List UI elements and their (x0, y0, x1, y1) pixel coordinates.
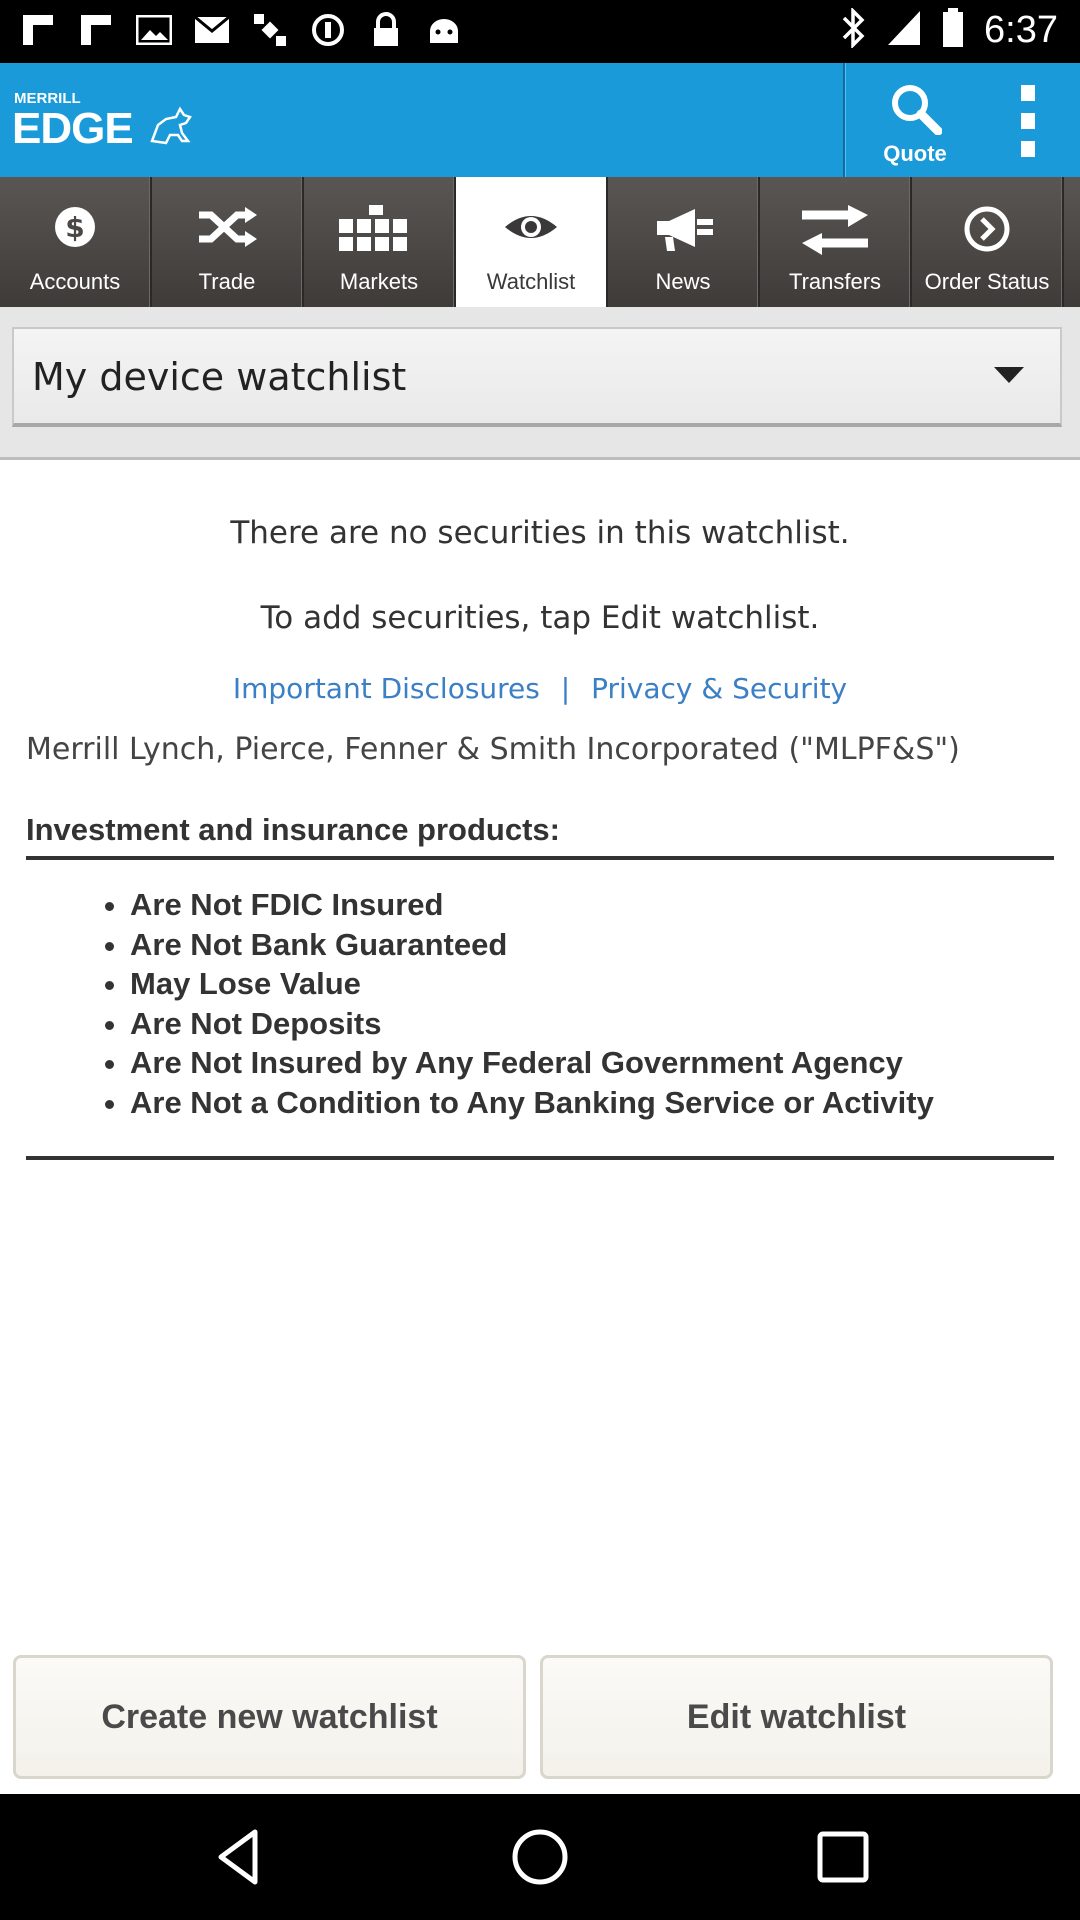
privacy-security-link[interactable]: Privacy & Security (591, 672, 847, 705)
back-icon[interactable] (205, 1822, 275, 1892)
lock-icon (366, 10, 406, 50)
grid-icon (339, 205, 407, 251)
tab-label: News (655, 269, 711, 294)
battery-icon (942, 8, 964, 52)
footer-links: Important Disclosures | Privacy & Securi… (0, 672, 1080, 705)
android-icon (424, 10, 464, 50)
more-vert-icon (1021, 85, 1035, 157)
shuffle-icon (199, 207, 257, 247)
watchlist-dropdown[interactable]: My device watchlist (12, 327, 1062, 427)
edit-watchlist-button[interactable]: Edit watchlist (540, 1655, 1053, 1779)
megaphone-icon (657, 209, 713, 251)
important-disclosures-link[interactable]: Important Disclosures (233, 672, 540, 705)
transfer-icon (802, 205, 868, 255)
legal-entity-text: Merrill Lynch, Pierce, Fenner & Smith In… (26, 732, 960, 767)
disclaimer-item: May Lose Value (130, 964, 1054, 1004)
overflow-menu-button[interactable] (983, 63, 1080, 177)
notification-icons (18, 10, 464, 50)
main-tab-bar: $ Accounts Trade Markets Watchlist News … (0, 177, 1080, 307)
tab-transfers[interactable]: Transfers (760, 177, 912, 307)
home-icon[interactable] (505, 1822, 575, 1892)
tab-news[interactable]: News (608, 177, 760, 307)
satellite-icon (250, 10, 290, 50)
svg-text:$: $ (65, 211, 84, 244)
disclaimer-item: Are Not Bank Guaranteed (130, 925, 1054, 965)
mail-icon (192, 10, 232, 50)
disclaimer-heading: Investment and insurance products: (26, 812, 1054, 860)
clock: 6:37 (984, 8, 1058, 51)
eye-icon (505, 216, 557, 238)
recents-icon[interactable] (808, 1822, 878, 1892)
tab-markets[interactable]: Markets (304, 177, 456, 307)
disclaimer-item: Are Not FDIC Insured (130, 885, 1054, 925)
navigation-bar (0, 1794, 1080, 1920)
watchlist-selector-area: My device watchlist (0, 307, 1080, 460)
tab-label: Accounts (29, 269, 121, 294)
bluetooth-icon (840, 6, 866, 52)
tab-label: Watchlist (486, 269, 576, 294)
status-bar: 6:37 (0, 0, 1080, 63)
photo-icon (134, 10, 174, 50)
empty-hint: To add securities, tap Edit watchlist. (260, 600, 820, 636)
merrill-edge-logo: MERRILL EDGE (12, 85, 212, 155)
signal-icon (886, 9, 922, 51)
svg-text:EDGE: EDGE (12, 104, 133, 153)
tab-accounts[interactable]: $ Accounts (0, 177, 152, 307)
dollar-icon: $ (55, 207, 95, 247)
create-watchlist-button[interactable]: Create new watchlist (13, 1655, 526, 1779)
tab-label: Transfers (788, 269, 882, 294)
tab-label: Order Status (924, 269, 1050, 294)
chevron-circle-icon (964, 206, 1010, 252)
block-icon (308, 10, 348, 50)
tab-trade[interactable]: Trade (152, 177, 304, 307)
chevron-down-icon (994, 367, 1024, 383)
empty-message: There are no securities in this watchlis… (230, 515, 850, 551)
tab-watchlist[interactable]: Watchlist (456, 177, 608, 307)
tab-label: Markets (339, 269, 419, 294)
tab-order-status[interactable]: Order Status (912, 177, 1064, 307)
system-status: 6:37 (840, 6, 1058, 52)
quote-label: Quote (883, 141, 947, 166)
disclaimer-list: Are Not FDIC Insured Are Not Bank Guaran… (26, 885, 1054, 1160)
flipboard-icon (76, 10, 116, 50)
app-header: MERRILL EDGE Quote (0, 63, 1080, 177)
flipboard-icon (18, 10, 58, 50)
disclaimer-item: Are Not Insured by Any Federal Governmen… (130, 1043, 1054, 1083)
disclaimer-item: Are Not Deposits (130, 1004, 1054, 1044)
search-icon (892, 85, 942, 135)
link-separator: | (560, 672, 571, 705)
disclaimer-item: Are Not a Condition to Any Banking Servi… (130, 1083, 1054, 1123)
watchlist-dropdown-value: My device watchlist (32, 355, 407, 399)
quote-button[interactable]: Quote (843, 63, 985, 177)
tab-label: Trade (198, 269, 256, 294)
